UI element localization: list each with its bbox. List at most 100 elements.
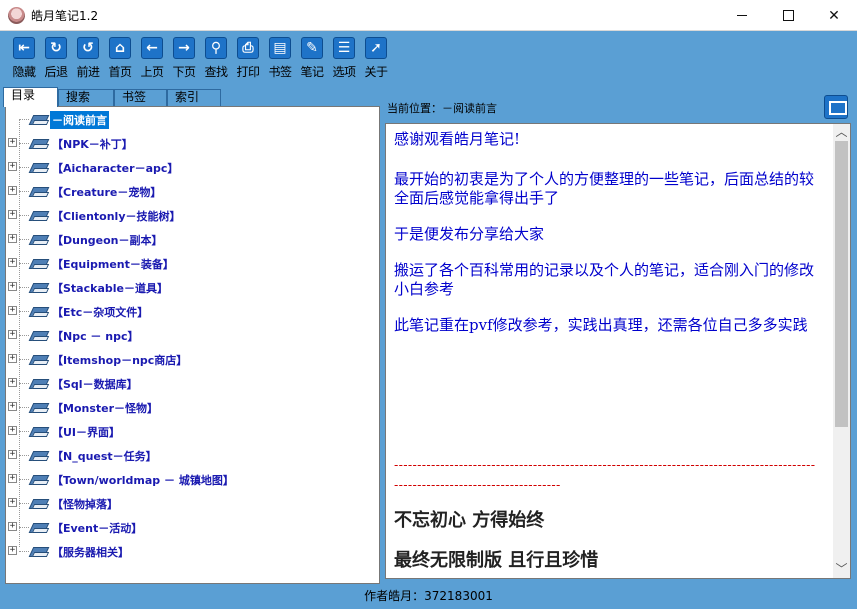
tree-item-label[interactable]: 【Aicharacter－apc】 <box>50 159 180 177</box>
tree-item[interactable]: + 【Monster－怪物】 <box>6 398 376 418</box>
expand-icon[interactable]: + <box>8 522 17 531</box>
content-paragraph: 感谢观看皓月笔记! <box>394 130 521 148</box>
tree-item-label[interactable]: 【Etc－杂项文件】 <box>50 303 150 321</box>
tree-item-label[interactable]: 【Creature－宠物】 <box>50 183 163 201</box>
expand-icon[interactable]: + <box>8 354 17 363</box>
expand-icon[interactable]: + <box>8 498 17 507</box>
toolbar-button[interactable]: ☰ 选项 <box>328 34 360 84</box>
tree-item-label[interactable]: 【Clientonly－技能树】 <box>50 207 183 225</box>
content-body: 感谢观看皓月笔记! 最开始的初衷是为了个人的方便整理的一些笔记，后面总结的较全面… <box>394 130 819 352</box>
expand-icon[interactable]: + <box>8 474 17 483</box>
tree-item-label[interactable]: 【Town/worldmap － 城镇地图】 <box>50 471 236 489</box>
tree-connector <box>19 479 29 480</box>
expand-icon[interactable]: + <box>8 162 17 171</box>
tree-item-label[interactable]: 【NPK－补丁】 <box>50 135 135 153</box>
book-icon <box>30 544 48 558</box>
vertical-scrollbar[interactable]: ︿ ﹀ <box>833 124 850 578</box>
tree-item-label[interactable]: 【Npc － npc】 <box>50 327 141 345</box>
tree-connector <box>19 335 29 336</box>
tab-contents[interactable]: 目录 <box>3 87 58 107</box>
tree-item[interactable]: + 【UI－界面】 <box>6 422 376 442</box>
tab-search[interactable]: 搜索 <box>58 89 114 106</box>
tree-item-label[interactable]: 【Itemshop－npc商店】 <box>50 351 189 369</box>
tree-item[interactable]: + 【Equipment－装备】 <box>6 254 376 274</box>
expand-icon[interactable]: + <box>8 138 17 147</box>
tree-item[interactable]: + 【Aicharacter－apc】 <box>6 158 376 178</box>
tree-item-label[interactable]: 【服务器相关】 <box>50 543 131 561</box>
expand-icon[interactable]: + <box>8 282 17 291</box>
tree-item[interactable]: + 【Creature－宠物】 <box>6 182 376 202</box>
tree-item-label[interactable]: 【N_quest－任务】 <box>50 447 159 465</box>
tab-bookmarks[interactable]: 书签 <box>114 89 167 106</box>
title-bar: 皓月笔记1.2 ✕ <box>0 0 857 31</box>
tree-item-label[interactable]: 【Monster－怪物】 <box>50 399 160 417</box>
expand-icon[interactable]: + <box>8 402 17 411</box>
book-icon <box>30 208 48 222</box>
tree-item[interactable]: －阅读前言 <box>6 110 376 130</box>
tree-item[interactable]: + 【Clientonly－技能树】 <box>6 206 376 226</box>
tree-item[interactable]: + 【N_quest－任务】 <box>6 446 376 466</box>
tree-item-label[interactable]: －阅读前言 <box>50 111 109 129</box>
toolbar-button[interactable]: ✎ 笔记 <box>296 34 328 84</box>
expand-icon[interactable]: + <box>8 258 17 267</box>
tree-connector <box>19 119 29 120</box>
tree-item[interactable]: + 【Npc － npc】 <box>6 326 376 346</box>
expand-icon[interactable]: + <box>8 450 17 459</box>
tree-item[interactable]: + 【Stackable－道具】 <box>6 278 376 298</box>
motto-text: 不忘初心 方得始终 <box>394 510 545 531</box>
minimize-button[interactable] <box>719 0 765 31</box>
expand-icon[interactable]: + <box>8 546 17 555</box>
scroll-up-icon[interactable]: ︿ <box>833 124 850 141</box>
tab-index[interactable]: 索引 <box>167 89 221 106</box>
close-button[interactable]: ✕ <box>811 0 857 31</box>
expand-icon[interactable]: + <box>8 306 17 315</box>
expand-icon[interactable]: + <box>8 210 17 219</box>
toolbar-button[interactable]: ⎙ 打印 <box>232 34 264 84</box>
tree-item[interactable]: + 【NPK－补丁】 <box>6 134 376 154</box>
expand-icon[interactable]: + <box>8 234 17 243</box>
tree-item-label[interactable]: 【Stackable－道具】 <box>50 279 170 297</box>
tree-item-label[interactable]: 【Equipment－装备】 <box>50 255 176 273</box>
toolbar-button[interactable]: ← 上页 <box>136 34 168 84</box>
toolbar-button[interactable]: ➚ 关于 <box>360 34 392 84</box>
tree-item[interactable]: + 【Event－活动】 <box>6 518 376 538</box>
toolbar-button-label: 下页 <box>172 65 196 79</box>
divider-line: ----------------------------------------… <box>394 458 816 492</box>
maximize-button[interactable] <box>765 0 811 31</box>
tree-item[interactable]: + 【Sql－数据库】 <box>6 374 376 394</box>
toolbar-button-label: 关于 <box>364 65 388 79</box>
toolbar-button[interactable]: ⌂ 首页 <box>104 34 136 84</box>
tree-item[interactable]: + 【Dungeon－副本】 <box>6 230 376 250</box>
content-view: 感谢观看皓月笔记! 最开始的初衷是为了个人的方便整理的一些笔记，后面总结的较全面… <box>385 123 851 579</box>
expand-icon[interactable]: + <box>8 330 17 339</box>
expand-icon[interactable]: + <box>8 186 17 195</box>
tree-connector <box>19 215 29 216</box>
monitor-icon[interactable] <box>824 95 848 119</box>
toolbar-button[interactable]: → 下页 <box>168 34 200 84</box>
hide-icon: ⇤ <box>13 37 35 59</box>
tree-item-label[interactable]: 【Dungeon－副本】 <box>50 231 165 249</box>
expand-icon[interactable]: + <box>8 426 17 435</box>
tree-item-label[interactable]: 【怪物掉落】 <box>50 495 120 513</box>
book-icon <box>30 472 48 486</box>
expand-icon[interactable]: + <box>8 378 17 387</box>
tree-item[interactable]: + 【服务器相关】 <box>6 542 376 562</box>
scrollbar-thumb[interactable] <box>835 141 848 427</box>
scroll-down-icon[interactable]: ﹀ <box>833 561 850 578</box>
toolbar-button[interactable]: ⇤ 隐藏 <box>8 34 40 84</box>
tree-connector <box>19 239 29 240</box>
home-icon: ⌂ <box>109 37 131 59</box>
tree-item-label[interactable]: 【UI－界面】 <box>50 423 122 441</box>
toolbar-button[interactable]: ▤ 书签 <box>264 34 296 84</box>
tree-item[interactable]: + 【Etc－杂项文件】 <box>6 302 376 322</box>
toolbar-button[interactable]: ⚲ 查找 <box>200 34 232 84</box>
tree-item-label[interactable]: 【Event－活动】 <box>50 519 144 537</box>
tree-item[interactable]: + 【Town/worldmap － 城镇地图】 <box>6 470 376 490</box>
toolbar-button[interactable]: ↻ 后退 <box>40 34 72 84</box>
toolbar-button[interactable]: ↺ 前进 <box>72 34 104 84</box>
tree-item[interactable]: + 【怪物掉落】 <box>6 494 376 514</box>
toolbar-button-label: 笔记 <box>300 65 324 79</box>
tree-item-label[interactable]: 【Sql－数据库】 <box>50 375 140 393</box>
tree-item[interactable]: + 【Itemshop－npc商店】 <box>6 350 376 370</box>
tree-connector <box>19 359 29 360</box>
